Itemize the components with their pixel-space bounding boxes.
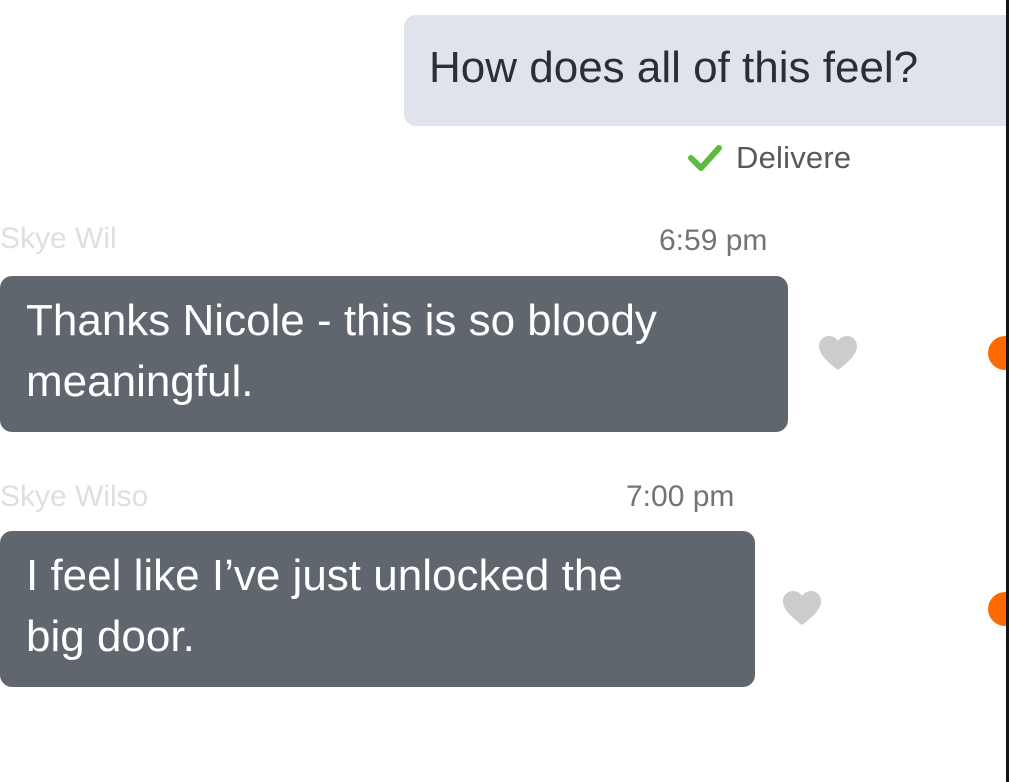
message-line: Thanks Nicole - this is so bloody <box>26 296 657 345</box>
message-line: meaningful. <box>26 357 254 406</box>
outgoing-message-text: How does all of this feel? <box>429 43 919 92</box>
delivery-status-text: Delivere <box>736 140 852 175</box>
delivery-status: Delivere <box>688 138 851 178</box>
outgoing-message[interactable]: How does all of this feel? <box>404 15 1009 126</box>
incoming-message[interactable]: I feel like I’ve just unlocked the big d… <box>0 531 755 687</box>
sender-name: Skye Wil <box>0 222 117 255</box>
message-time: 7:00 pm <box>626 480 735 513</box>
heart-icon[interactable] <box>818 336 858 372</box>
incoming-message[interactable]: Thanks Nicole - this is so bloody meanin… <box>0 276 788 432</box>
heart-icon[interactable] <box>782 591 822 627</box>
message-line: I feel like I’ve just unlocked the <box>26 551 623 600</box>
message-time: 6:59 pm <box>659 224 768 257</box>
sender-name: Skye Wilso <box>0 480 149 513</box>
check-icon <box>688 145 722 171</box>
chat-view: How does all of this feel? Delivere Skye… <box>0 0 1009 782</box>
message-line: big door. <box>26 612 195 661</box>
